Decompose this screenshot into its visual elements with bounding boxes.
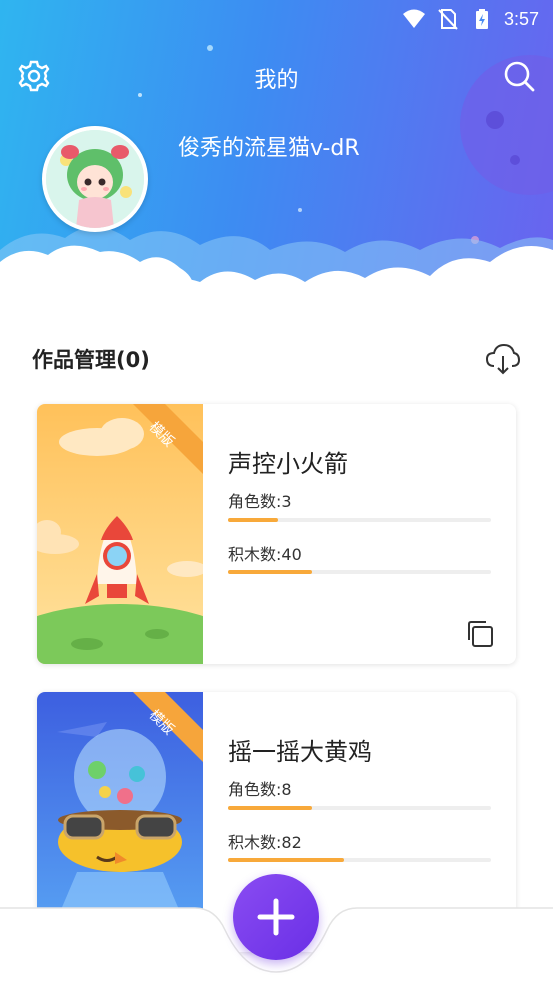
work-title: 摇一摇大黄鸡 (228, 738, 372, 766)
page-title: 我的 (254, 68, 299, 93)
work-title: 声控小火箭 (228, 450, 348, 478)
block-count-bar (228, 858, 491, 862)
works-section-title: 作品管理(0) (32, 348, 150, 372)
role-count-label: 角色数:3 (228, 492, 292, 511)
wifi-icon (402, 9, 425, 28)
role-count-bar-fill (228, 806, 313, 810)
role-count-bar (228, 806, 491, 810)
profile-header: 3:57 我的 俊秀的流星猫v-dR (0, 0, 553, 300)
role-count-label: 角色数:8 (228, 780, 292, 799)
add-work-button[interactable] (233, 874, 319, 960)
battery-charging-icon (475, 9, 488, 29)
copy-icon[interactable] (465, 619, 495, 649)
search-icon[interactable] (501, 58, 537, 94)
username: 俊秀的流星猫v-dR (178, 136, 360, 161)
block-count-bar-fill (228, 858, 344, 862)
block-count-bar-fill (228, 570, 313, 574)
avatar[interactable] (42, 126, 148, 232)
work-thumbnail: 模版 (37, 404, 203, 664)
clock: 3:57 (503, 8, 539, 29)
role-count-bar (228, 518, 491, 522)
block-count-bar (228, 570, 491, 574)
block-count-label: 积木数:82 (228, 833, 302, 852)
avatar-character-image (46, 130, 144, 228)
no-sim-icon (438, 9, 458, 30)
plus-icon (257, 898, 295, 936)
block-count-label: 积木数:40 (228, 545, 302, 564)
cloud-download-icon[interactable] (485, 342, 521, 376)
role-count-bar-fill (228, 518, 278, 522)
work-card[interactable]: 模版 声控小火箭 角色数:3 积木数:40 (37, 404, 516, 664)
status-bar: 3:57 (0, 0, 553, 38)
